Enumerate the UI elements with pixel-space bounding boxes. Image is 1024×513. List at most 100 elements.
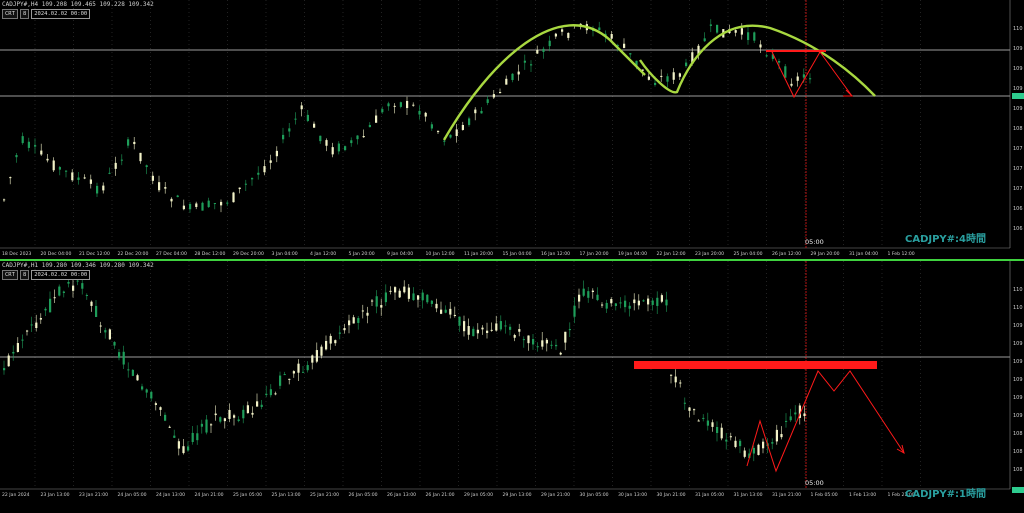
h4-candle-body — [747, 32, 750, 41]
h4-candle-body — [703, 38, 706, 42]
h4-candle-body — [114, 162, 117, 169]
h4-candle-body — [127, 139, 130, 146]
h4-candle-body — [548, 40, 551, 47]
h4-price-label: 106 — [1013, 206, 1023, 212]
h1-chart-pane[interactable]: 110 110 109 109 109 109 109 109 108 108 108 22 Jan … — [0, 259, 1024, 513]
h1-candle-body — [697, 420, 700, 422]
h1-candle-body — [389, 290, 392, 292]
h4-candle-body — [238, 187, 241, 190]
h4-time-label: 27 Dec 04:00 — [156, 251, 187, 257]
h1-time-label: 31 Jan 21:00 — [772, 492, 801, 498]
h1-candle-body — [228, 409, 231, 419]
h1-candle-body — [614, 303, 617, 306]
h1-candle-body — [357, 318, 360, 323]
h4-candle-body — [362, 136, 365, 138]
h1-price-label: 110 — [1013, 305, 1023, 311]
h4-candle-body — [133, 141, 136, 145]
h4-candle-body — [89, 179, 92, 184]
h4-datetime-field[interactable]: 2024.02.02 00:00 — [31, 9, 91, 19]
h4-candle-body — [623, 43, 626, 48]
h1-candle-body — [85, 294, 88, 296]
h1-candle-body — [716, 426, 719, 434]
h1-candle-body — [196, 433, 199, 441]
h1-candle-body — [734, 440, 737, 447]
h1-time-label: 26 Jan 05:00 — [349, 492, 378, 498]
h1-time-label: 25 Jan 13:00 — [272, 492, 301, 498]
h4-candle-body — [226, 202, 229, 204]
h1-candle-body — [279, 375, 282, 386]
h1-candle-body — [633, 299, 636, 304]
h1-candle-body — [131, 369, 134, 376]
h1-price-label: 109 — [1013, 395, 1023, 401]
h1-candle-body — [237, 419, 240, 422]
h4-price-label: 108 — [1013, 126, 1023, 132]
h4-candle-body — [244, 183, 247, 185]
h4-candle-body — [399, 102, 402, 107]
h1-chart-canvas[interactable]: 110 110 109 109 109 109 109 109 108 108 108 22 Jan … — [0, 261, 1024, 513]
h4-candle-body — [461, 124, 464, 130]
h1-candle-body — [343, 328, 346, 331]
h1-candle-body — [145, 389, 148, 393]
h1-candle-body — [283, 374, 286, 376]
h1-candle-body — [348, 320, 351, 326]
h4-price-label: 107 — [1013, 166, 1023, 172]
h4-candle-body — [740, 28, 743, 35]
h1-candle-body — [118, 352, 121, 358]
h1-candle-body — [7, 355, 10, 367]
h1-candle-body — [458, 316, 461, 326]
h4-symbol-info: CADJPY#,H4 109.208 109.465 109.228 109.3… — [2, 1, 154, 8]
h4-crt-button[interactable]: CRT — [2, 9, 18, 19]
h1-candle-body — [90, 301, 93, 306]
h4-candle-body — [189, 203, 192, 210]
h4-chart-pane[interactable]: 110 109 109 109 109 108 107 107 107 106 106 18 Dec … — [0, 0, 1024, 258]
h1-candle-body — [739, 440, 742, 447]
h1-candle-body — [421, 292, 424, 301]
h4-candle-body — [796, 76, 799, 81]
h4-candle-body — [108, 172, 111, 174]
h4-time-label: 25 Jan 04:00 — [734, 251, 763, 257]
h4-candle-body — [257, 172, 260, 175]
h1-candle-body — [541, 340, 544, 347]
h4-candle-body — [629, 53, 632, 55]
h1-candle-body — [596, 294, 599, 301]
h1-period-button[interactable]: 8 — [19, 270, 30, 280]
h4-candle-body — [52, 160, 55, 171]
h1-crt-button[interactable]: CRT — [2, 270, 18, 280]
h4-candle-body — [709, 24, 712, 26]
h4-candle-body — [375, 115, 378, 123]
h1-candle-body — [674, 376, 677, 383]
h1-price-label: 109 — [1013, 323, 1023, 329]
h1-candle-body — [141, 386, 144, 390]
h4-time-marker-label: 05:00 — [805, 238, 824, 246]
h1-candle-body — [329, 335, 332, 344]
h1-datetime-field[interactable]: 2024.02.02 00:00 — [31, 270, 91, 280]
h4-candle-body — [213, 203, 216, 205]
h4-chart-canvas[interactable]: 110 109 109 109 109 108 107 107 107 106 106 18 Dec … — [0, 0, 1024, 258]
h4-candle-body — [517, 71, 520, 75]
h1-candle-body — [219, 417, 222, 422]
h1-candle-body — [72, 285, 75, 291]
h1-candle-body — [651, 300, 654, 305]
h1-candle-body — [375, 296, 378, 307]
h1-time-label: 26 Jan 21:00 — [426, 492, 455, 498]
h1-watermark: CADJPY#:1時間 — [904, 489, 986, 500]
h1-candle-body — [306, 365, 309, 371]
h1-candle-body — [440, 309, 443, 314]
h1-candle-body — [95, 305, 98, 318]
h4-candle-body — [449, 134, 452, 138]
h1-price-label: 109 — [1013, 377, 1023, 383]
h1-candle-body — [509, 326, 512, 330]
h4-period-button[interactable]: 8 — [19, 9, 30, 19]
h4-time-label: 9 Jan 04:00 — [387, 251, 413, 257]
h4-candle-body — [474, 109, 477, 114]
h1-candle-body — [398, 290, 401, 298]
h4-candle-body — [164, 187, 167, 189]
h1-candle-body — [210, 424, 213, 426]
h1-symbol-info: CADJPY#,H1 109.280 109.346 109.280 109.3… — [2, 262, 154, 269]
h4-candle-body — [418, 110, 421, 115]
h1-candle-body — [476, 329, 479, 334]
h4-price-label: 107 — [1013, 186, 1023, 192]
h1-candle-body — [706, 420, 709, 426]
h1-time-label: 29 Jan 05:00 — [464, 492, 493, 498]
h4-candle-body — [672, 72, 675, 80]
